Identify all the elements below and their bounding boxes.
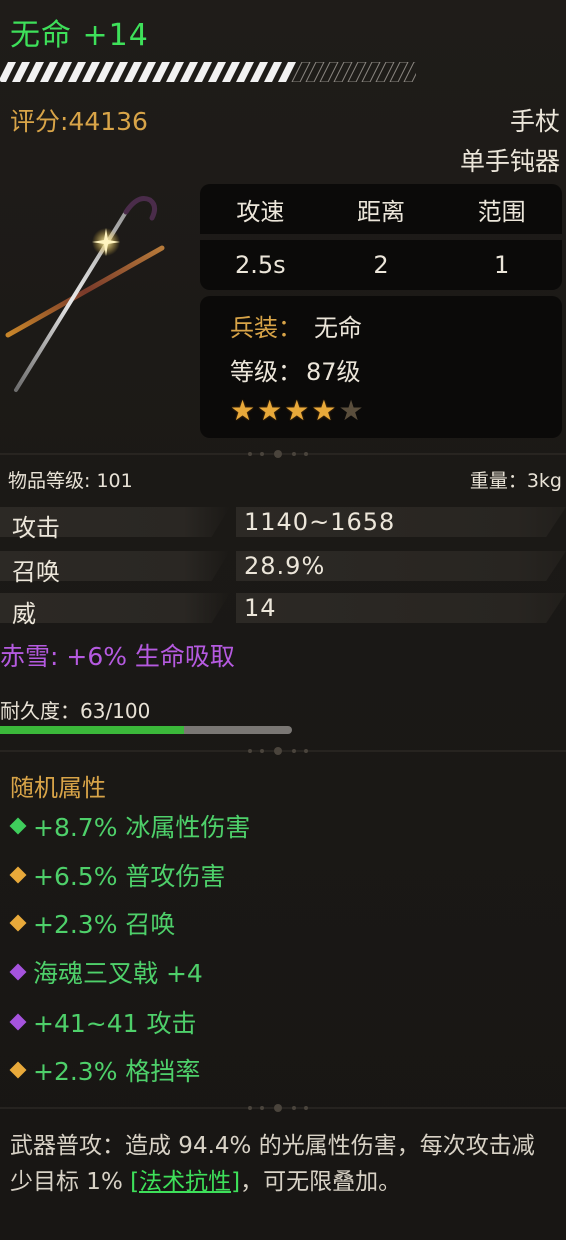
attribute-value: 1140~1658 [244,508,396,536]
durability-label: 耐久度：63/100 [0,699,151,723]
random-attribute-item: +2.3% 召唤 [9,905,176,941]
random-attribute-text: +8.7% 冰属性伤害 [33,813,251,842]
ornament-divider [0,1104,566,1112]
star-filled-icon: ★ [284,394,310,427]
random-attribute-item: +6.5% 普攻伤害 [9,857,226,893]
enhance-progress-stripes [0,62,416,82]
item-weight: 重量：3kg [469,470,562,492]
attribute-value: 28.9% [244,552,326,580]
weapon-category: 单手钝器 [459,147,560,176]
ornament-divider [0,450,566,458]
weapon-info-box: 兵装： 无命 等级： 87级 ★ ★ ★ ★ ★ [200,296,562,438]
random-attribute-item: 海魂三叉戟 +4 [9,954,203,990]
star-filled-icon: ★ [230,394,256,427]
item-title: 无命 +14 [10,18,149,53]
spell-resistance-link[interactable]: [法术抗性] [130,1169,240,1195]
ornament-divider [0,747,566,755]
star-empty-icon: ★ [338,394,364,427]
score-text: 评分:44136 [10,107,148,136]
level-row: 等级： 87级 [230,352,361,387]
cane-weapon-icon [5,196,165,392]
random-attribute-text: +41~41 攻击 [33,1009,197,1038]
star-filled-icon: ★ [257,394,283,427]
stat-header-row: 攻速 距离 范围 [200,184,562,234]
random-attribute-text: 海魂三叉戟 +4 [33,959,203,988]
weapon-value: 无命 [314,314,362,342]
random-attribute-text: +2.3% 格挡率 [33,1057,201,1086]
attribute-name: 召唤 [12,558,60,586]
attribute-name: 攻击 [12,514,60,542]
weapon-row: 兵装： 无命 [230,308,362,343]
random-attributes-title: 随机属性 [10,774,106,802]
distance-value: 2 [373,251,389,279]
star-rating: ★ ★ ★ ★ ★ [230,394,364,427]
gem-icon [9,817,27,835]
weapon-type: 手杖 [509,107,560,136]
attribute-name: 威 [12,600,36,628]
special-effect: 赤雪: +6% 生命吸取 [0,642,235,671]
star-filled-icon: ★ [311,394,337,427]
random-attribute-text: +6.5% 普攻伤害 [33,862,226,891]
weapon-label: 兵装： [230,314,302,342]
level-value: 87级 [306,358,361,386]
stat-value-row: 2.5s 2 1 [200,240,562,290]
random-attribute-item: +2.3% 格挡率 [9,1052,201,1088]
attribute-row: 攻击 1140~1658 [0,507,566,542]
gem-icon [9,1061,27,1079]
range-header: 范围 [477,197,526,226]
attack-speed-value: 2.5s [235,251,286,279]
distance-header: 距离 [357,197,405,226]
durability-fill [0,726,184,734]
random-attribute-item: +41~41 攻击 [9,1004,197,1040]
random-attribute-item: +8.7% 冰属性伤害 [9,808,251,844]
attribute-row: 威 14 [0,593,566,628]
range-value: 1 [494,251,510,279]
gem-icon [9,963,27,981]
durability-bar [0,726,292,734]
attack-speed-header: 攻速 [236,197,285,226]
attribute-row: 召唤 28.9% [0,551,566,586]
description-text-end: ，可无限叠加。 [240,1169,402,1195]
random-attribute-text: +2.3% 召唤 [33,910,176,939]
gem-icon [9,866,27,884]
level-label: 等级： [230,358,302,386]
attribute-value: 14 [244,594,277,622]
gem-icon [9,914,27,932]
item-level: 物品等级: 101 [8,470,133,492]
skill-description: 武器普攻：造成 94.4% 的光属性伤害，每次攻击减少目标 1% [法术抗性]，… [10,1128,550,1200]
gem-icon [9,1013,27,1031]
item-tooltip-panel: 无命 +14 评分:44136 手杖 单手钝器 攻速 距离 范围 2.5s 2 … [0,0,566,1240]
